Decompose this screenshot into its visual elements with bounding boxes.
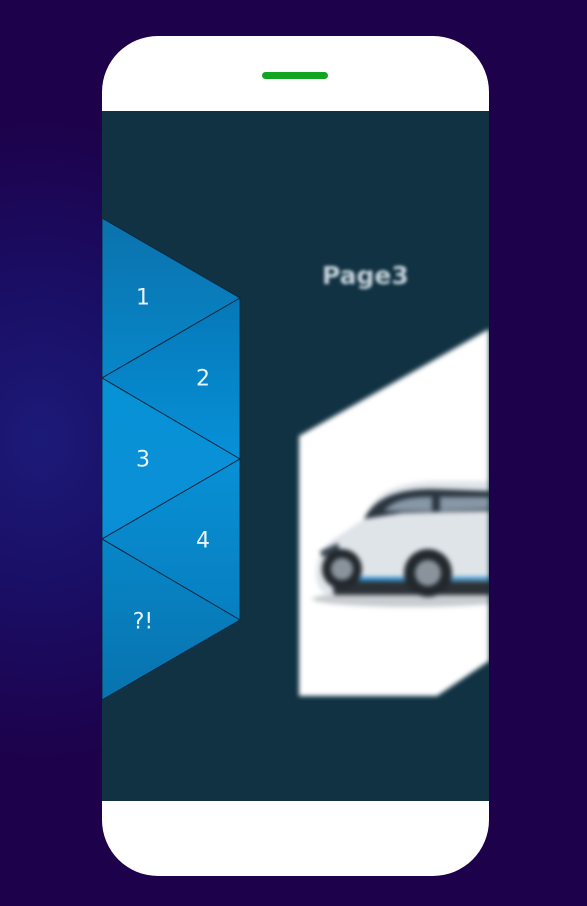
app-screen: 1 2 3 4 ?! Page3: [102, 111, 489, 801]
car-card: [299, 329, 489, 696]
status-indicator: [262, 72, 328, 79]
phone-frame: 1 2 3 4 ?! Page3: [102, 36, 489, 876]
